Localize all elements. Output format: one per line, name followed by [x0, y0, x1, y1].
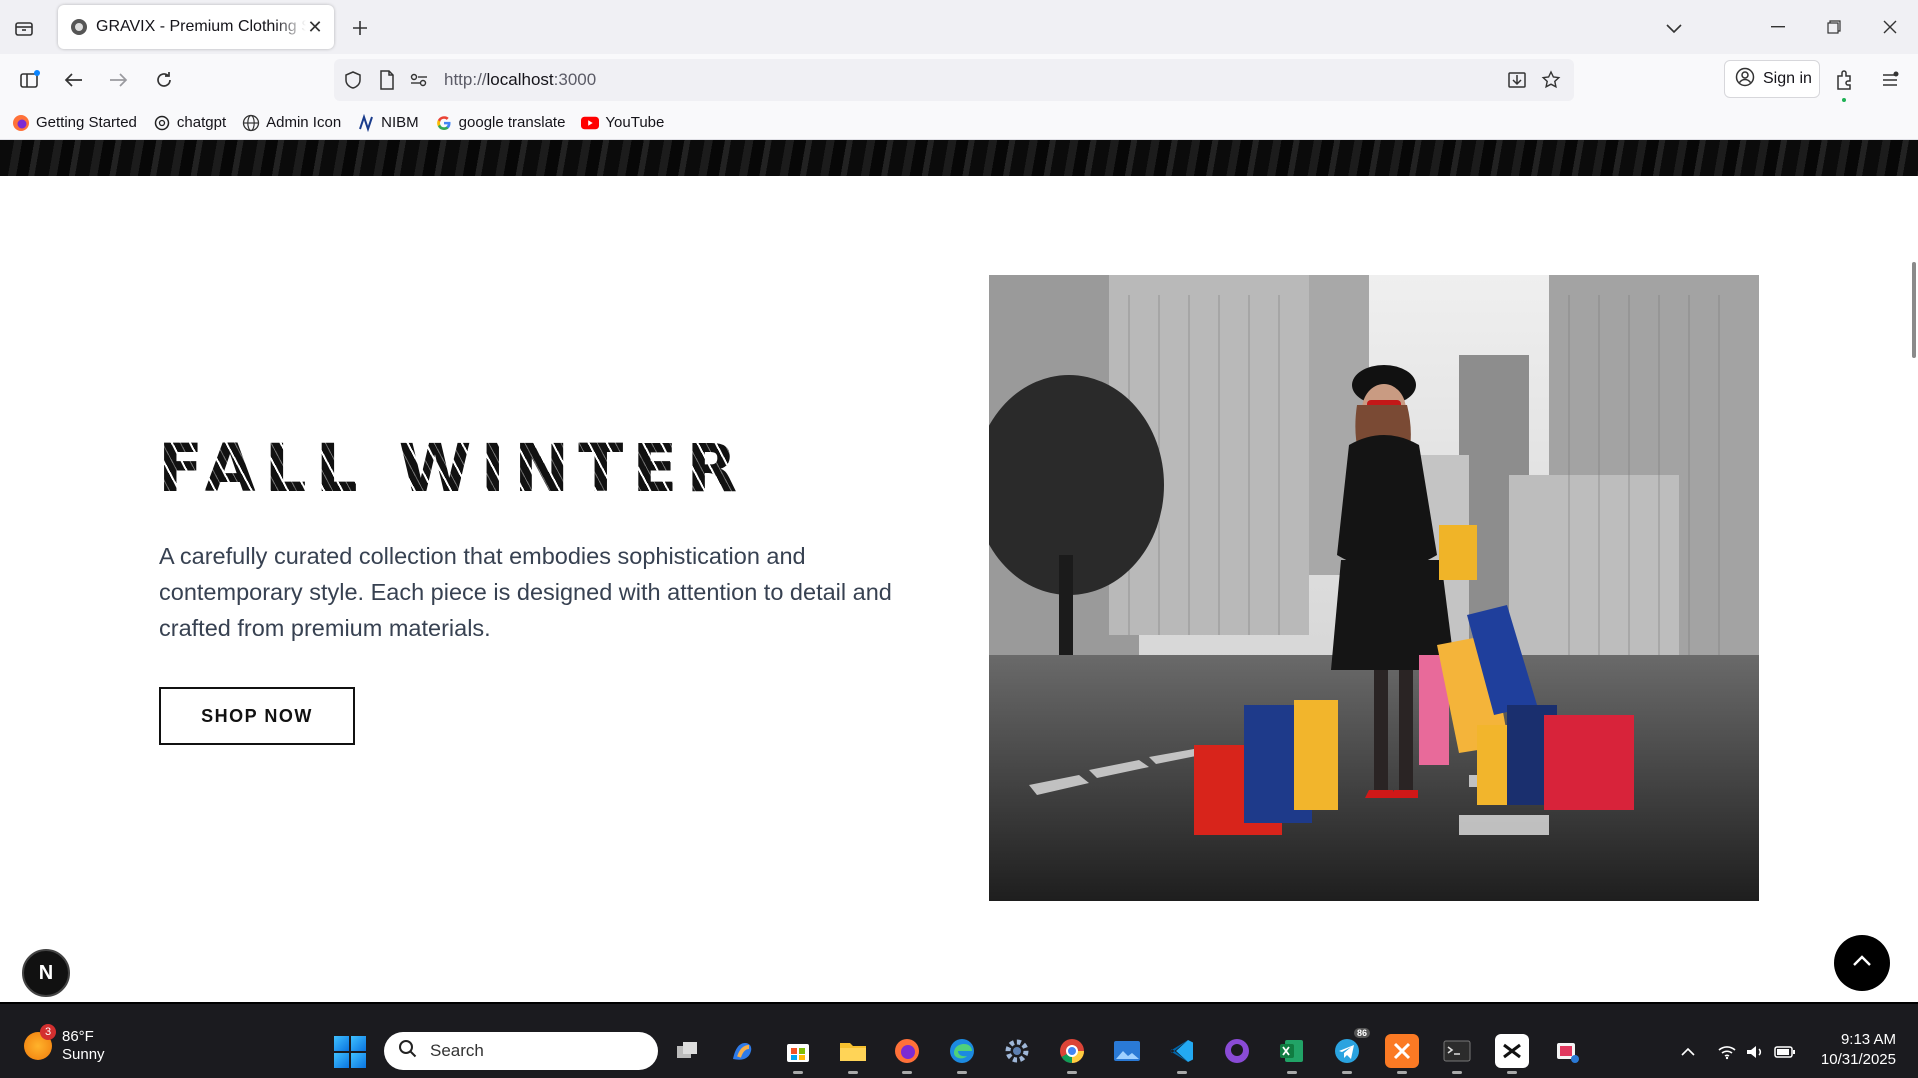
- firefox-taskbar-icon[interactable]: [890, 1034, 924, 1074]
- bookmark-google-translate[interactable]: google translate: [435, 114, 565, 132]
- back-arrow-icon[interactable]: [58, 64, 90, 96]
- restore-icon[interactable]: [1806, 0, 1862, 54]
- xampp-icon[interactable]: [1385, 1034, 1419, 1074]
- close-window-icon[interactable]: [1862, 0, 1918, 54]
- clock-time: 9:13 AM: [1840, 1031, 1896, 1048]
- google-icon: [435, 114, 453, 132]
- taskbar-search-box[interactable]: Search: [384, 1032, 658, 1070]
- weather-widget[interactable]: 3 86°F Sunny: [24, 1024, 105, 1064]
- search-placeholder: Search: [430, 1041, 484, 1060]
- battery-icon[interactable]: [1773, 1040, 1797, 1064]
- copilot-icon[interactable]: [726, 1034, 760, 1068]
- show-hidden-icons-chevron-icon[interactable]: [1676, 1040, 1700, 1064]
- weather-condition: Sunny: [62, 1046, 105, 1063]
- tab-active[interactable]: GRAVIX - Premium Clothing Store ✕: [58, 5, 334, 49]
- chevron-up-icon: [1852, 954, 1872, 972]
- capcut-icon[interactable]: [1495, 1034, 1529, 1074]
- settings-gear-icon[interactable]: [1000, 1034, 1034, 1068]
- bookmark-chatgpt[interactable]: chatgpt: [153, 114, 226, 132]
- nibm-icon: [357, 113, 375, 132]
- sign-in-label: Sign in: [1763, 70, 1812, 87]
- close-tab-icon[interactable]: ✕: [306, 17, 324, 37]
- volume-icon[interactable]: [1743, 1040, 1767, 1064]
- reload-icon[interactable]: [148, 64, 180, 96]
- tab-title: GRAVIX - Premium Clothing Store: [96, 18, 306, 35]
- account-icon: [1735, 67, 1755, 92]
- bookmark-getting-started[interactable]: Getting Started: [12, 114, 137, 132]
- previous-section-banner-image: [0, 140, 1918, 176]
- wifi-icon[interactable]: [1715, 1040, 1739, 1064]
- url-text[interactable]: http://localhost:3000: [444, 70, 596, 90]
- edge-icon[interactable]: [945, 1034, 979, 1074]
- list-all-tabs-icon[interactable]: [10, 14, 38, 42]
- vscode-icon[interactable]: [1165, 1034, 1199, 1074]
- collection-headline: FALL WINTER: [158, 430, 747, 507]
- bookmark-star-icon[interactable]: [1540, 69, 1562, 91]
- excel-icon[interactable]: [1275, 1034, 1309, 1074]
- scroll-to-top-button[interactable]: [1834, 935, 1890, 991]
- tab-strip: GRAVIX - Premium Clothing Store ✕: [0, 0, 1918, 54]
- new-tab-icon[interactable]: [346, 14, 374, 42]
- chrome-icon[interactable]: [1055, 1034, 1089, 1074]
- file-explorer-icon[interactable]: [836, 1034, 870, 1074]
- github-desktop-icon[interactable]: [1220, 1034, 1254, 1068]
- system-clock[interactable]: 9:13 AM 10/31/2025: [1812, 1030, 1896, 1070]
- chevron-down-icon[interactable]: [1660, 14, 1688, 42]
- snipping-tool-icon[interactable]: [1550, 1034, 1584, 1068]
- nextjs-dev-indicator[interactable]: N: [22, 949, 70, 997]
- page-info-icon[interactable]: [376, 69, 398, 91]
- app-menu-icon[interactable]: [1874, 64, 1906, 96]
- bookmark-youtube[interactable]: YouTube: [581, 114, 664, 132]
- chatgpt-icon: [153, 114, 171, 132]
- task-view-icon[interactable]: [670, 1034, 704, 1068]
- forward-arrow-icon[interactable]: [102, 64, 134, 96]
- collection-description: A carefully curated collection that embo…: [159, 543, 892, 641]
- shop-now-button[interactable]: SHOP NOW: [159, 687, 355, 745]
- telegram-icon[interactable]: 86: [1330, 1028, 1370, 1074]
- sidebar-toggle-icon[interactable]: [14, 64, 46, 96]
- permissions-icon[interactable]: [408, 69, 430, 91]
- windows-taskbar: 3 86°F Sunny Search 86 9:13 AM 10/31/202…: [0, 1002, 1918, 1078]
- fashion-shopper-image: [989, 275, 1759, 901]
- bookmarks-toolbar: Getting Started chatgpt Admin Icon NIBM …: [0, 106, 1918, 140]
- tracking-shield-icon[interactable]: [342, 69, 364, 91]
- terminal-icon[interactable]: [1440, 1034, 1474, 1074]
- sunny-weather-icon: 3: [24, 1024, 56, 1060]
- youtube-icon: [581, 114, 600, 132]
- clock-date: 10/31/2025: [1820, 1051, 1896, 1068]
- extensions-icon[interactable]: [1828, 64, 1860, 96]
- firefox-icon: [12, 114, 30, 132]
- globe-icon: [242, 114, 260, 132]
- minimize-icon[interactable]: [1750, 0, 1806, 54]
- navigation-toolbar: http://localhost:3000 Sign in: [0, 54, 1918, 106]
- bookmark-admin-icon[interactable]: Admin Icon: [242, 114, 341, 132]
- microsoft-store-icon[interactable]: [781, 1034, 815, 1074]
- site-favicon-icon: [70, 18, 88, 36]
- weather-temperature: 86°F: [62, 1028, 94, 1045]
- windows-start-button[interactable]: [334, 1036, 366, 1068]
- address-bar[interactable]: http://localhost:3000: [334, 59, 1574, 101]
- save-to-pocket-icon[interactable]: [1506, 69, 1528, 91]
- telegram-badge: 86: [1353, 1028, 1370, 1038]
- bookmark-nibm[interactable]: NIBM: [357, 113, 419, 132]
- weather-notification-badge: 3: [40, 1024, 56, 1040]
- photos-icon[interactable]: [1110, 1034, 1144, 1068]
- extension-status-dot: [1842, 98, 1846, 102]
- search-icon: [398, 1039, 418, 1064]
- page-viewport: FALL WINTER A carefully curated collecti…: [0, 140, 1918, 1002]
- sign-in-button[interactable]: Sign in: [1724, 60, 1820, 98]
- page-scrollbar[interactable]: [1912, 262, 1916, 358]
